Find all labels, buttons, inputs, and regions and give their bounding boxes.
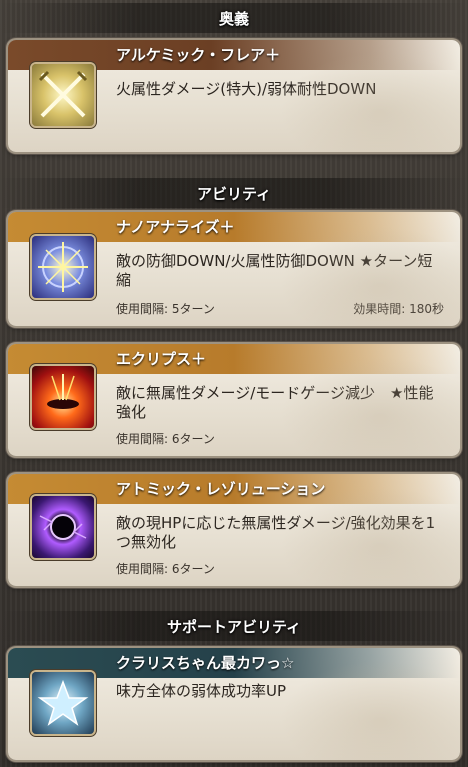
analyze-icon bbox=[32, 236, 94, 298]
ability-cooldown: 使用間隔: 6ターン bbox=[116, 562, 215, 576]
ability-cooldown: 使用間隔: 5ターン bbox=[116, 302, 215, 316]
section-title: サポートアビリティ bbox=[166, 617, 302, 636]
ability-card[interactable]: アトミック・レゾリューション 敵の現HPに応じた無属性ダメージ/強化効果を1つ無… bbox=[8, 474, 460, 586]
ability-card[interactable]: エクリプス＋ 敵に無属性ダメージ/モードゲージ減少 ★性能強化 使用間隔: 6タ… bbox=[8, 344, 460, 456]
ability-description: 敵の防御DOWN/火属性防御DOWN ★ターン短縮 bbox=[116, 252, 433, 289]
ability-card[interactable]: ナノアナライズ＋ 敵の防御DOWN/火属性防御DOWN ★ターン短縮 使用間隔:… bbox=[8, 212, 460, 326]
ability-description: 敵に無属性ダメージ/モードゲージ減少 ★性能強化 bbox=[116, 384, 434, 421]
star-icon bbox=[32, 672, 94, 734]
ability-title: ナノアナライズ＋ bbox=[116, 218, 235, 236]
ability-title: アトミック・レゾリューション bbox=[116, 480, 326, 498]
section-title: アビリティ bbox=[196, 184, 272, 203]
section-title: 奥義 bbox=[218, 9, 249, 28]
ability-description: 敵の現HPに応じた無属性ダメージ/強化効果を1つ無効化 bbox=[116, 514, 436, 551]
black-hole-icon bbox=[32, 496, 94, 558]
ougi-title: アルケミック・フレア＋ bbox=[116, 46, 281, 64]
section-header-abilities: アビリティ bbox=[0, 178, 468, 208]
section-header-support: サポートアビリティ bbox=[0, 611, 468, 641]
support-title: クラリスちゃん最カワっ☆ bbox=[116, 654, 295, 672]
support-description: 味方全体の弱体成功率UP bbox=[116, 682, 287, 700]
ability-cooldown: 使用間隔: 6ターン bbox=[116, 432, 215, 446]
ability-duration: 効果時間: 180秒 bbox=[353, 302, 444, 316]
crossed-swords-icon bbox=[32, 64, 94, 126]
support-card[interactable]: クラリスちゃん最カワっ☆ 味方全体の弱体成功率UP bbox=[8, 648, 460, 760]
section-header-ougi: 奥義 bbox=[0, 3, 468, 33]
ougi-description: 火属性ダメージ(特大)/弱体耐性DOWN bbox=[116, 80, 377, 98]
ougi-card[interactable]: アルケミック・フレア＋ 火属性ダメージ(特大)/弱体耐性DOWN bbox=[8, 40, 460, 152]
ability-title: エクリプス＋ bbox=[116, 350, 207, 368]
eclipse-icon bbox=[32, 366, 94, 428]
